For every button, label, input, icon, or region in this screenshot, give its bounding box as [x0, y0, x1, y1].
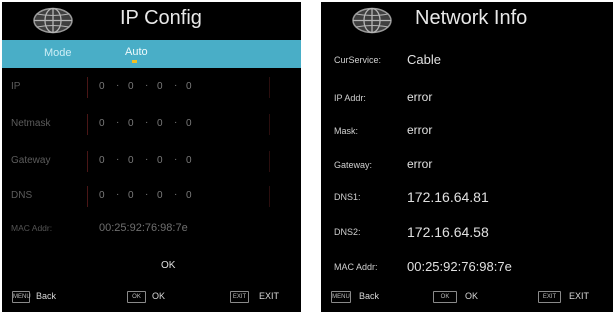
- ip-octet[interactable]: 0: [186, 190, 192, 201]
- octet-separator: ·: [145, 189, 149, 200]
- ip-octet[interactable]: 0: [99, 155, 105, 166]
- menu-key-icon[interactable]: MENU: [12, 291, 31, 303]
- mode-caret: [132, 60, 137, 63]
- mac-value: 00:25:92:76:98:7e: [99, 222, 188, 234]
- octet-separator: ·: [174, 117, 178, 128]
- info-value: 00:25:92:76:98:7e: [407, 259, 512, 274]
- ip-octet[interactable]: 0: [157, 81, 163, 92]
- ok-button[interactable]: OK: [161, 260, 175, 271]
- ip-octet[interactable]: 0: [186, 155, 192, 166]
- ok-key-icon[interactable]: OK: [433, 291, 457, 303]
- back-label[interactable]: Back: [36, 291, 56, 301]
- info-value: error: [407, 90, 433, 104]
- info-label: IP Addr:: [334, 93, 366, 103]
- ip-octet[interactable]: 0: [186, 81, 192, 92]
- ip-octet[interactable]: 0: [128, 81, 134, 92]
- octet-separator: ·: [174, 80, 178, 91]
- ip-config-panel: IP Config Mode Auto IP 0 0 0 0 · · · Netmask 0 0 0 0…: [2, 2, 301, 312]
- config-field-label: DNS: [11, 190, 33, 201]
- ok-key-icon[interactable]: OK: [127, 291, 146, 303]
- globe-icon: [352, 7, 392, 34]
- mode-selector[interactable]: Mode Auto: [2, 40, 301, 68]
- info-value: Cable: [407, 52, 441, 67]
- ip-octet[interactable]: 0: [186, 118, 192, 129]
- mode-label: Mode: [44, 47, 72, 59]
- ip-octet[interactable]: 0: [157, 190, 163, 201]
- info-label: DNS1:: [334, 192, 361, 202]
- config-field-row[interactable]: DNS 0 0 0 0 · · ·: [2, 185, 301, 209]
- ip-octet-input[interactable]: [87, 77, 270, 98]
- ip-octet[interactable]: 0: [128, 190, 134, 201]
- ok-label[interactable]: OK: [465, 291, 478, 301]
- menu-key-icon[interactable]: MENU: [331, 291, 351, 303]
- network-info-panel: Network Info CurService: Cable IP Addr: err…: [321, 2, 613, 312]
- mac-label: MAC Addr:: [11, 223, 53, 233]
- page-title: Network Info: [415, 7, 528, 29]
- info-label: Mask:: [334, 126, 359, 136]
- octet-separator: ·: [116, 117, 120, 128]
- octet-separator: ·: [174, 154, 178, 165]
- footer-bar: MENU Back OK OK EXIT EXIT: [321, 288, 613, 308]
- ip-octet[interactable]: 0: [128, 118, 134, 129]
- info-value: error: [407, 123, 433, 137]
- octet-separator: ·: [174, 189, 178, 200]
- info-label: DNS2:: [334, 227, 361, 237]
- octet-separator: ·: [145, 80, 149, 91]
- info-value: 172.16.64.58: [407, 224, 489, 240]
- ip-octet[interactable]: 0: [157, 118, 163, 129]
- ip-octet-input[interactable]: [87, 151, 270, 172]
- ip-octet[interactable]: 0: [99, 190, 105, 201]
- footer-bar: MENU Back OK OK EXIT EXIT: [2, 288, 301, 308]
- mode-value[interactable]: Auto: [125, 46, 148, 58]
- exit-label[interactable]: EXIT: [569, 291, 589, 301]
- ip-octet[interactable]: 0: [99, 118, 105, 129]
- config-field-label: Gateway: [11, 155, 51, 166]
- config-field-row[interactable]: Netmask 0 0 0 0 · · ·: [2, 113, 301, 137]
- ok-label[interactable]: OK: [152, 291, 165, 301]
- ip-config-header: IP Config: [2, 2, 301, 40]
- config-field-row[interactable]: Gateway 0 0 0 0 · · ·: [2, 150, 301, 174]
- exit-key-icon[interactable]: EXIT: [538, 291, 561, 303]
- info-value: 172.16.64.81: [407, 189, 489, 205]
- config-field-label: Netmask: [11, 118, 51, 129]
- ip-octet[interactable]: 0: [99, 81, 105, 92]
- info-label: CurService:: [334, 55, 382, 65]
- back-label[interactable]: Back: [359, 291, 379, 301]
- info-value: error: [407, 157, 433, 171]
- octet-separator: ·: [145, 154, 149, 165]
- info-label: Gateway:: [334, 160, 373, 170]
- octet-separator: ·: [145, 117, 149, 128]
- exit-key-icon[interactable]: EXIT: [230, 291, 249, 303]
- ip-octet[interactable]: 0: [157, 155, 163, 166]
- config-field-row[interactable]: IP 0 0 0 0 · · ·: [2, 76, 301, 100]
- config-field-label: IP: [11, 81, 21, 92]
- page-title: IP Config: [120, 7, 202, 29]
- octet-separator: ·: [116, 189, 120, 200]
- network-info-header: Network Info: [321, 2, 613, 40]
- ip-octet-input[interactable]: [87, 114, 270, 135]
- ip-octet-input[interactable]: [87, 186, 270, 207]
- info-label: MAC Addr:: [334, 262, 378, 272]
- octet-separator: ·: [116, 154, 120, 165]
- octet-separator: ·: [116, 80, 120, 91]
- exit-label[interactable]: EXIT: [259, 291, 279, 301]
- globe-icon: [33, 7, 73, 34]
- ip-octet[interactable]: 0: [128, 155, 134, 166]
